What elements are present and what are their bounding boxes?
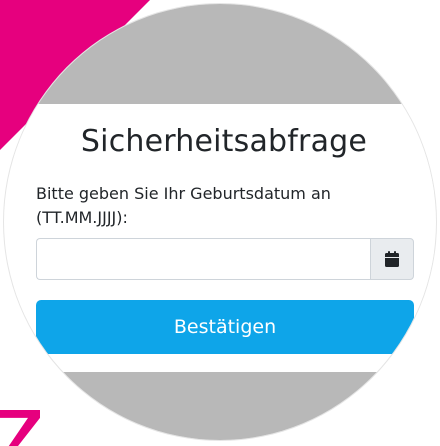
screenshot-stage: Sicherheitsabfrage Bitte geben Sie Ihr G… <box>0 0 440 446</box>
page-title: Sicherheitsabfrage <box>80 124 368 159</box>
calendar-icon <box>385 251 399 267</box>
calendar-button[interactable] <box>370 238 414 280</box>
backdrop-top-band <box>4 4 436 104</box>
confirm-button[interactable]: Bestätigen <box>36 300 414 354</box>
security-check-card: Sicherheitsabfrage Bitte geben Sie Ihr G… <box>14 104 434 372</box>
birthdate-input[interactable] <box>36 238 370 280</box>
magnifier-circle: Sicherheitsabfrage Bitte geben Sie Ihr G… <box>4 4 436 440</box>
birthdate-input-group <box>36 238 414 280</box>
birthdate-label: Bitte geben Sie Ihr Geburtsdatum an (TT.… <box>36 184 331 227</box>
